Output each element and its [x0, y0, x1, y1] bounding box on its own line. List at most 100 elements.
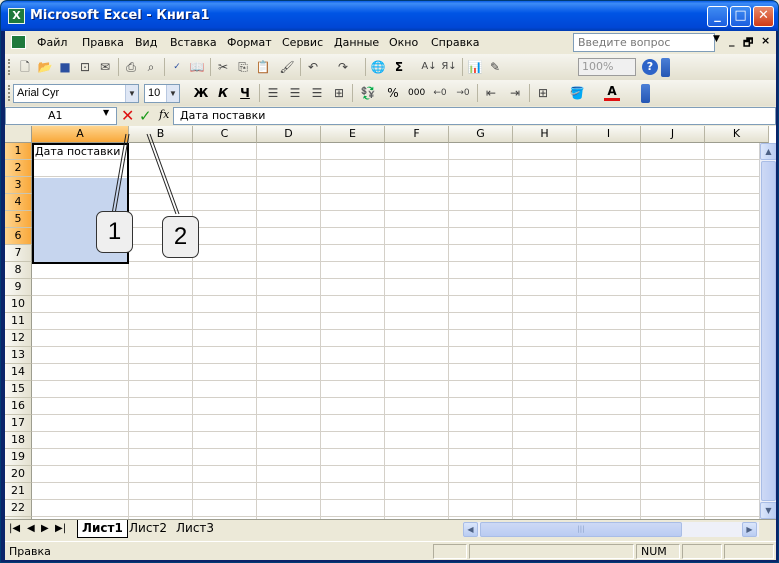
title-bar[interactable]: X Microsoft Excel - Книга1 _ □ ✕	[1, 1, 778, 31]
row-header-10[interactable]: 10	[5, 296, 32, 313]
scroll-left-icon[interactable]: ◀	[463, 522, 478, 537]
font-color-icon[interactable]: A	[604, 85, 620, 101]
column-header-i[interactable]: I	[577, 126, 641, 143]
workbook-icon[interactable]	[11, 35, 26, 49]
decrease-indent-icon[interactable]: ⇤	[483, 85, 499, 101]
doc-close-button[interactable]: ×	[761, 34, 770, 47]
underline-button[interactable]: Ч	[236, 84, 254, 102]
currency-icon[interactable]: 💱	[360, 85, 376, 101]
chevron-down-icon[interactable]: ▼	[166, 85, 179, 102]
sort-ascending-icon[interactable]: A↓	[421, 59, 437, 75]
column-header-e[interactable]: E	[321, 126, 385, 143]
sheet-tab-1[interactable]: Лист1	[77, 520, 128, 538]
menu-help[interactable]: Справка	[431, 36, 479, 49]
redo-icon[interactable]: ↷	[335, 59, 351, 75]
ask-question-input[interactable]: Введите вопрос	[573, 33, 715, 52]
sheet-tab-2[interactable]: Лист2	[129, 520, 167, 538]
borders-icon[interactable]: ⊞	[535, 85, 551, 101]
row-header-22[interactable]: 22	[5, 500, 32, 517]
menu-format[interactable]: Формат	[227, 36, 272, 49]
row-header-1[interactable]: 1	[5, 143, 32, 160]
row-header-15[interactable]: 15	[5, 381, 32, 398]
maximize-button[interactable]: □	[730, 6, 751, 27]
select-all-corner[interactable]	[5, 126, 32, 143]
column-header-h[interactable]: H	[513, 126, 577, 143]
column-header-f[interactable]: F	[385, 126, 449, 143]
print-icon[interactable]: ⎙	[123, 59, 139, 75]
research-icon[interactable]: 📖	[189, 59, 205, 75]
horizontal-scroll-thumb[interactable]: |||	[480, 522, 682, 537]
email-icon[interactable]: ✉	[97, 59, 113, 75]
save-icon[interactable]: ■	[57, 59, 73, 75]
help-button[interactable]: ?	[642, 59, 658, 75]
horizontal-scrollbar[interactable]: ◀ ||| ▶	[463, 522, 759, 537]
menu-view[interactable]: Вид	[135, 36, 157, 49]
row-header-9[interactable]: 9	[5, 279, 32, 296]
name-box[interactable]: A1	[5, 107, 117, 125]
italic-button[interactable]: К	[214, 84, 232, 102]
sheet-tab-3[interactable]: Лист3	[176, 520, 214, 538]
drawing-icon[interactable]: ✎	[487, 59, 503, 75]
cell-a1-text[interactable]: Дата поставки	[35, 145, 120, 158]
bold-button[interactable]: Ж	[192, 84, 210, 102]
column-header-d[interactable]: D	[257, 126, 321, 143]
percent-button[interactable]: %	[385, 85, 401, 101]
increase-decimal-icon[interactable]: ←0	[432, 85, 448, 101]
row-header-6[interactable]: 6	[5, 228, 32, 245]
zoom-select[interactable]: 100%	[578, 58, 636, 76]
font-name-select[interactable]: Arial Cyr ▼	[13, 84, 139, 103]
row-header-13[interactable]: 13	[5, 347, 32, 364]
last-sheet-icon[interactable]: ▶|	[55, 523, 66, 534]
sort-descending-icon[interactable]: Я↓	[441, 59, 457, 75]
scroll-up-icon[interactable]: ▲	[760, 143, 776, 160]
vertical-scrollbar[interactable]: ▲ ▼	[759, 143, 776, 519]
formula-input[interactable]: Дата поставки	[173, 107, 776, 125]
worksheet-grid[interactable]: KJIHGFEDCBA Дата поставки ▲ ▼ 1234567891…	[5, 126, 776, 519]
menu-window[interactable]: Окно	[389, 36, 418, 49]
column-header-a[interactable]: A	[32, 126, 129, 143]
column-header-j[interactable]: J	[641, 126, 705, 143]
new-icon[interactable]: 🗋	[17, 59, 33, 75]
vertical-scroll-thumb[interactable]	[761, 161, 776, 501]
align-right-icon[interactable]: ☰	[309, 85, 325, 101]
spelling-icon[interactable]: ✓	[169, 59, 185, 75]
column-header-g[interactable]: G	[449, 126, 513, 143]
column-header-k[interactable]: K	[705, 126, 769, 143]
row-header-17[interactable]: 17	[5, 415, 32, 432]
align-left-icon[interactable]: ☰	[265, 85, 281, 101]
toolbar-grip[interactable]	[8, 59, 11, 75]
menu-edit[interactable]: Правка	[82, 36, 124, 49]
doc-restore-button[interactable]: 🗗	[743, 34, 753, 53]
hyperlink-icon[interactable]: 🌐	[370, 59, 386, 75]
align-center-icon[interactable]: ☰	[287, 85, 303, 101]
menu-file[interactable]: Файл	[37, 36, 67, 49]
scroll-down-icon[interactable]: ▼	[760, 502, 776, 519]
cancel-icon[interactable]: ✕	[121, 106, 134, 126]
prev-sheet-icon[interactable]: ◀	[27, 523, 35, 534]
format-painter-icon[interactable]: 🖌	[279, 59, 295, 75]
minimize-button[interactable]: _	[707, 6, 728, 27]
scroll-right-icon[interactable]: ▶	[742, 522, 757, 537]
menu-insert[interactable]: Вставка	[170, 36, 217, 49]
permission-icon[interactable]: ⊡	[77, 59, 93, 75]
cut-icon[interactable]: ✂	[215, 59, 231, 75]
insert-function-icon[interactable]: fx	[159, 108, 169, 121]
chevron-down-icon[interactable]: ▼	[125, 85, 138, 102]
thousands-button[interactable]: 000	[408, 85, 425, 101]
decrease-decimal-icon[interactable]: →0	[455, 85, 471, 101]
row-header-4[interactable]: 4	[5, 194, 32, 211]
row-header-11[interactable]: 11	[5, 313, 32, 330]
row-header-8[interactable]: 8	[5, 262, 32, 279]
next-sheet-icon[interactable]: ▶	[41, 523, 49, 534]
doc-minimize-button[interactable]: _	[729, 34, 735, 47]
menu-data[interactable]: Данные	[334, 36, 379, 49]
row-header-5[interactable]: 5	[5, 211, 32, 228]
open-icon[interactable]: 📂	[37, 59, 53, 75]
toolbar-options-button[interactable]	[661, 58, 670, 77]
row-header-14[interactable]: 14	[5, 364, 32, 381]
row-header-12[interactable]: 12	[5, 330, 32, 347]
first-sheet-icon[interactable]: |◀	[9, 523, 20, 534]
row-header-7[interactable]: 7	[5, 245, 32, 262]
print-preview-icon[interactable]: ⌕	[143, 59, 159, 75]
fill-color-icon[interactable]: 🪣	[569, 85, 585, 101]
